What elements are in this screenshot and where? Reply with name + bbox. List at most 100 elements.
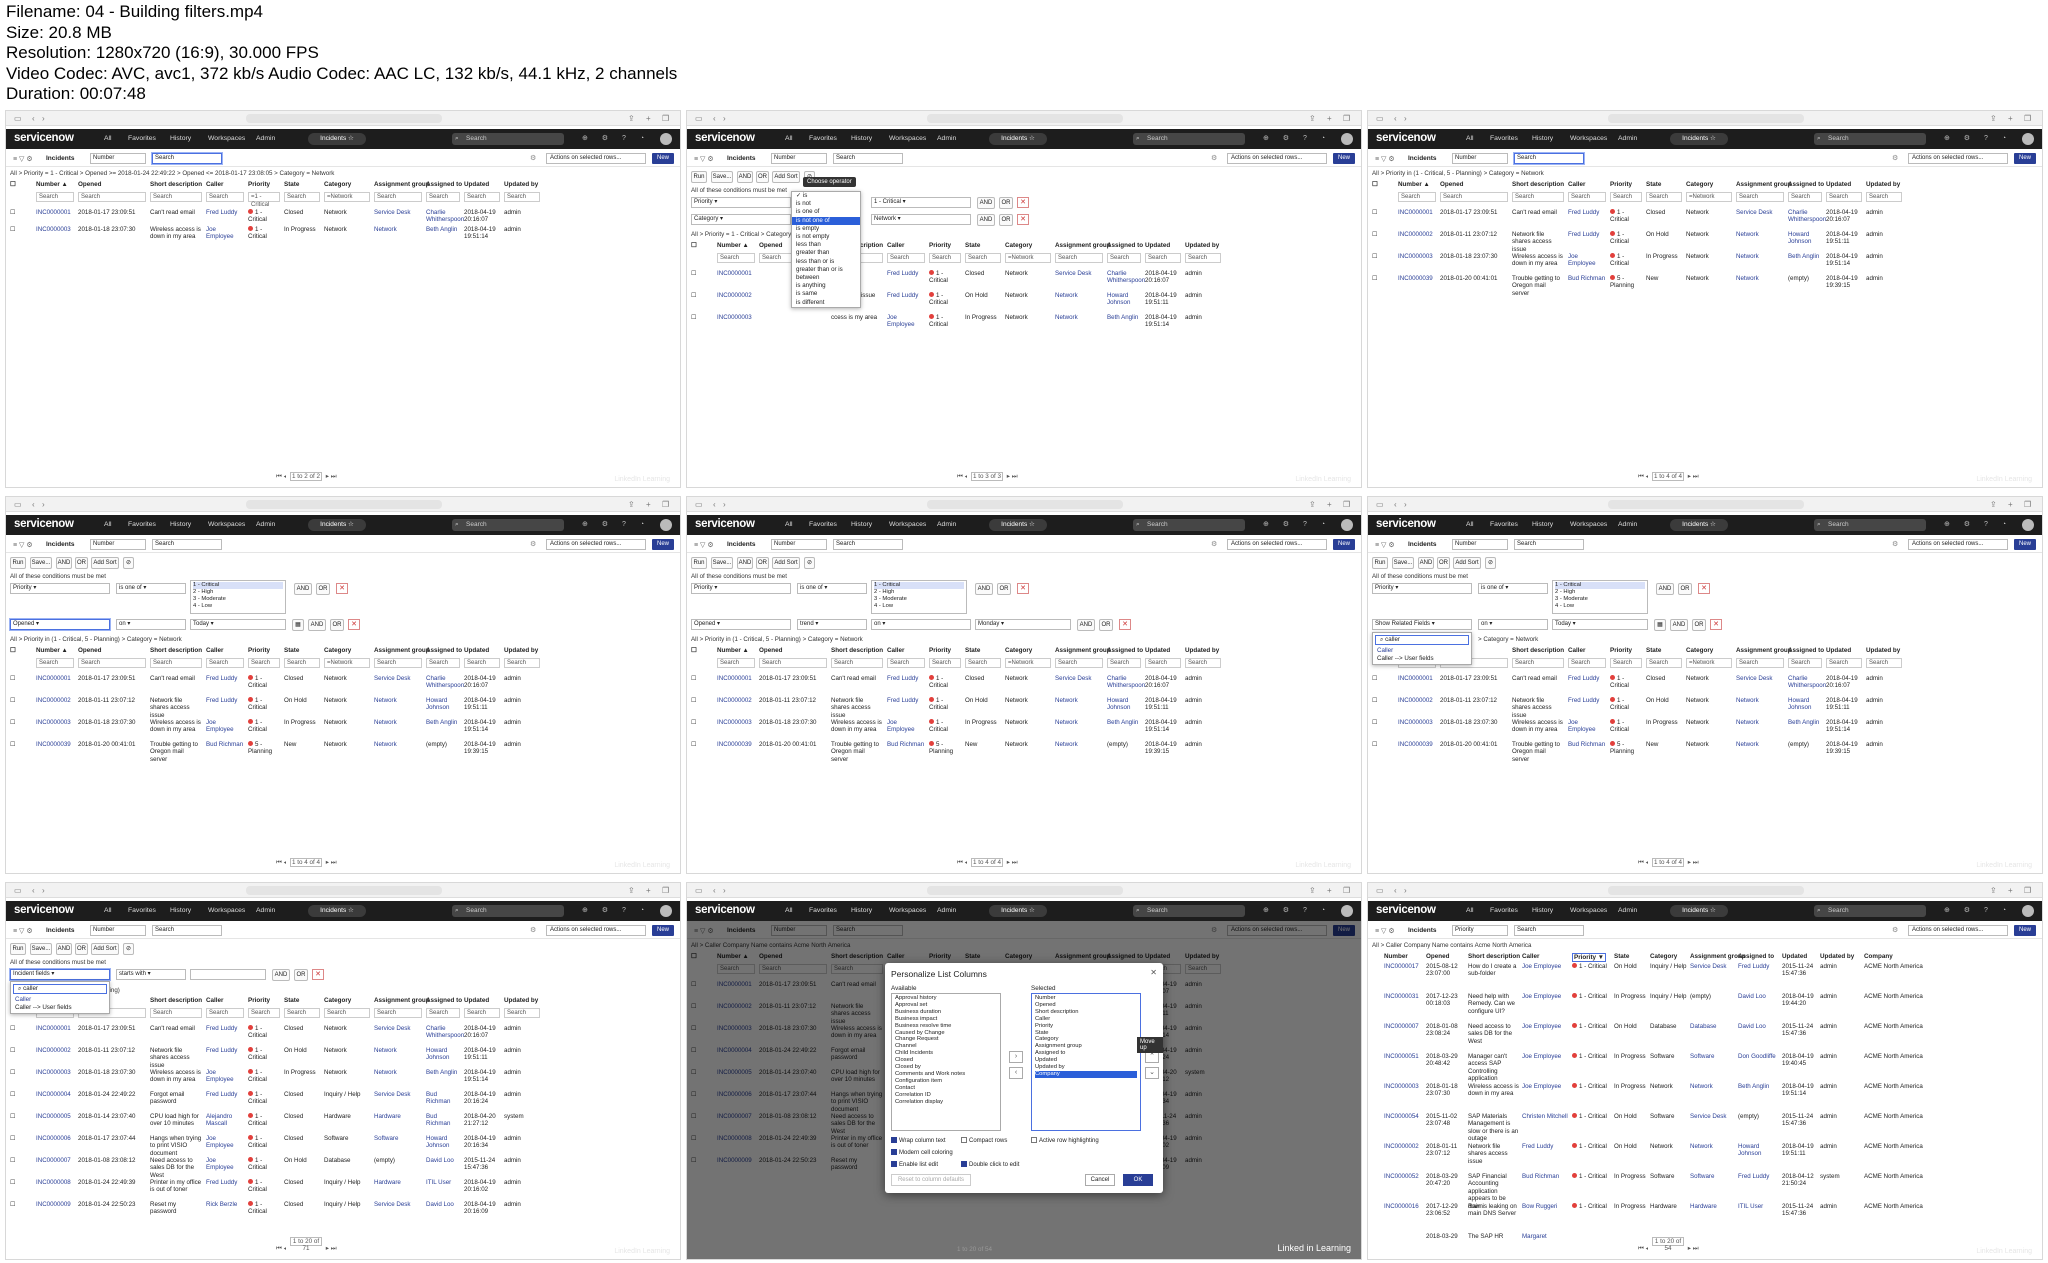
table-cell[interactable]: Howard Johnson — [1788, 697, 1822, 712]
and-button[interactable]: AND — [975, 583, 993, 595]
header-icons[interactable]: ⊕ ⚙ ? ◔ — [1944, 520, 2012, 528]
servicenow-logo[interactable]: servicenow — [695, 904, 755, 916]
column-header[interactable]: Opened — [78, 181, 101, 188]
back-icon[interactable]: ‹ — [32, 114, 35, 123]
nav-history[interactable]: History — [170, 135, 191, 142]
table-cell[interactable]: INC0000001 — [1398, 209, 1436, 216]
field-select[interactable]: Number — [771, 539, 827, 550]
nav-history[interactable]: History — [1532, 135, 1553, 142]
table-cell[interactable]: INC0000001 — [36, 209, 74, 216]
avatar[interactable] — [1341, 519, 1353, 531]
table-cell[interactable]: Fred Luddy — [1568, 697, 1606, 704]
list-search-input[interactable]: Search — [152, 925, 222, 936]
column-filter-input[interactable]: Search — [284, 192, 320, 202]
available-column-option[interactable]: Correlation ID — [895, 1092, 997, 1099]
operator-option[interactable]: less than — [792, 241, 860, 249]
nav-workspaces[interactable]: Workspaces — [208, 907, 245, 914]
table-cell[interactable]: Network — [1736, 697, 1784, 704]
priority-value-option[interactable]: 1 - Critical — [1555, 582, 1645, 589]
option-checkbox[interactable]: Compact rows — [961, 1137, 1007, 1144]
available-column-option[interactable]: Channel — [895, 1043, 997, 1050]
new-tab-icon[interactable]: + — [2008, 500, 2013, 509]
addsort-button[interactable]: Add Sort — [91, 557, 119, 569]
table-cell[interactable]: INC0000002 — [36, 697, 74, 704]
or-button[interactable]: OR — [75, 557, 88, 569]
column-filter-input[interactable]: Search — [150, 192, 202, 202]
table-cell[interactable]: INC0000003 — [36, 226, 74, 233]
table-cell[interactable]: INC0000017 — [1384, 963, 1423, 970]
nav-admin[interactable]: Admin — [937, 521, 956, 528]
available-column-option[interactable]: Correlation display — [895, 1099, 997, 1106]
or-button[interactable]: OR — [999, 197, 1013, 209]
table-cell[interactable]: Network — [1736, 253, 1784, 260]
row-checkbox[interactable]: ☐ — [1372, 253, 1378, 260]
condition-value-select[interactable]: 1 - Critical ▾ — [871, 197, 971, 208]
table-cell[interactable]: Howard Johnson — [426, 1047, 460, 1062]
operator-option[interactable]: greater than or is — [792, 266, 860, 274]
row-checkbox[interactable]: ☐ — [691, 292, 697, 299]
table-cell[interactable]: Joe Employee — [1522, 993, 1569, 1000]
operator-dropdown[interactable]: ✓ is is not is one of is not one of is empty… — [791, 191, 861, 308]
table-cell[interactable]: Fred Luddy — [887, 697, 925, 704]
column-header[interactable]: Caller — [206, 181, 224, 188]
condition-field-select[interactable]: Incident fields ▾ — [10, 969, 110, 980]
table-cell[interactable]: Joe Employee — [206, 226, 244, 241]
column-header[interactable]: Updated by — [1185, 242, 1219, 249]
row-checkbox[interactable]: ☐ — [10, 1047, 16, 1054]
selected-column-option[interactable]: Company — [1035, 1070, 1137, 1078]
column-filter-input[interactable]: Search — [150, 1008, 202, 1018]
column-filter-input[interactable]: Search — [1736, 192, 1784, 202]
forward-icon[interactable]: › — [42, 886, 45, 895]
option-checkbox[interactable]: Double click to edit — [961, 1161, 1019, 1168]
column-filter-input[interactable]: Search — [284, 1008, 320, 1018]
list-search-input[interactable]: Search — [152, 539, 222, 550]
ok-button[interactable]: OK — [1123, 1174, 1153, 1186]
nav-history[interactable]: History — [851, 135, 872, 142]
column-header[interactable]: Short description — [150, 997, 202, 1004]
list-search-input[interactable]: Search — [1514, 539, 1584, 550]
or-button[interactable]: OR — [756, 557, 769, 569]
table-cell[interactable]: Network — [374, 741, 422, 748]
column-header[interactable]: Updated by — [504, 997, 538, 1004]
next-page-icon[interactable]: ▸ ⏭ — [324, 1245, 337, 1252]
list-search-input[interactable]: Search — [1514, 925, 1584, 936]
column-header[interactable]: Assignment group — [374, 647, 430, 654]
share-icon[interactable]: ⇪ — [1309, 114, 1316, 123]
column-header[interactable]: Assigned to — [1107, 242, 1143, 249]
table-cell[interactable]: INC0000002 — [36, 1047, 74, 1054]
column-filter-input[interactable]: Search — [1440, 192, 1508, 202]
add-column-arrow[interactable]: › — [1009, 1051, 1023, 1063]
nav-history[interactable]: History — [1532, 521, 1553, 528]
reset-defaults-button[interactable]: Reset to column defaults — [891, 1174, 971, 1186]
priority-value-option[interactable]: 4 - Low — [1555, 603, 1645, 610]
table-cell[interactable]: Network — [1055, 314, 1103, 321]
checkbox-box[interactable] — [891, 1149, 897, 1155]
new-button[interactable]: New — [2014, 925, 2036, 936]
column-header[interactable]: Category — [1686, 181, 1713, 188]
table-cell[interactable]: Beth Anglin — [1788, 253, 1822, 260]
table-cell[interactable]: INC0000016 — [1384, 1203, 1423, 1210]
table-cell[interactable]: Network — [1736, 275, 1784, 282]
column-header[interactable]: State — [284, 181, 299, 188]
column-filter-input[interactable]: Search — [464, 192, 500, 202]
run-button[interactable]: Run — [1372, 557, 1388, 569]
nav-workspaces[interactable]: Workspaces — [1570, 907, 1607, 914]
column-filter-input[interactable]: Search — [248, 658, 280, 668]
column-header[interactable]: Priority — [929, 647, 951, 654]
table-cell[interactable]: Charlie Whitherspoon — [1788, 209, 1826, 224]
save-button[interactable]: Save... — [711, 557, 733, 569]
condition-field-select[interactable]: Opened ▾ — [10, 619, 110, 630]
forward-icon[interactable]: › — [42, 500, 45, 509]
new-tab-icon[interactable]: + — [646, 500, 651, 509]
table-cell[interactable]: Fred Luddy — [206, 209, 244, 216]
table-cell[interactable]: INC0000001 — [36, 675, 74, 682]
column-header[interactable]: Updated by — [1866, 181, 1900, 188]
column-header[interactable]: State — [1614, 953, 1629, 960]
table-cell[interactable]: Charlie Whitherspoon — [1788, 675, 1826, 690]
column-filter-input[interactable]: =Network — [1686, 658, 1732, 668]
table-cell[interactable]: Howard Johnson — [1107, 697, 1141, 712]
table-cell[interactable]: Joe Employee — [887, 314, 925, 329]
column-header[interactable]: Caller — [1568, 181, 1586, 188]
column-filter-input[interactable]: Search — [248, 1008, 280, 1018]
priority-value-option[interactable]: 3 - Moderate — [193, 596, 283, 603]
